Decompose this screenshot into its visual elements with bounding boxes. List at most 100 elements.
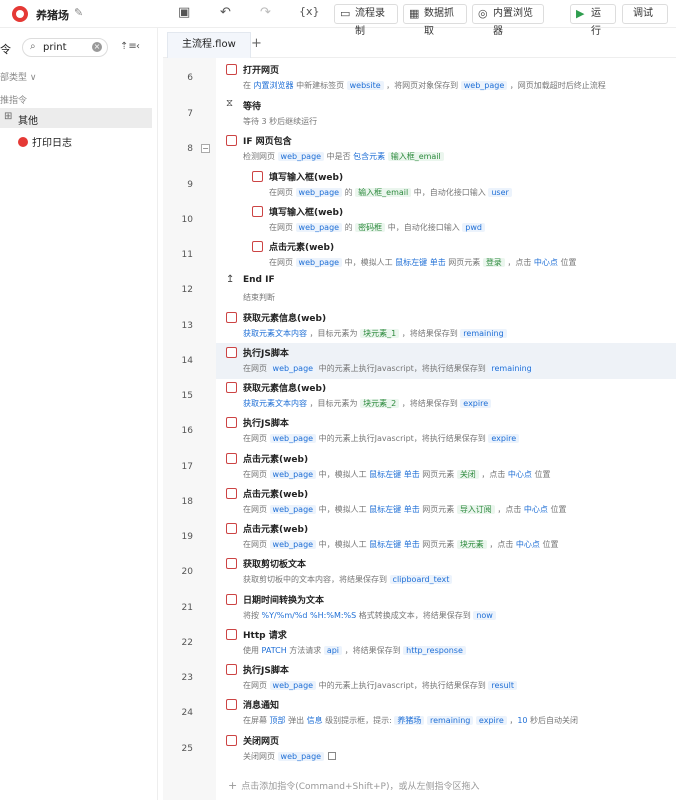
step-description: 结束判断 — [243, 292, 275, 304]
tab-main-flow[interactable]: 主流程.flow — [167, 32, 251, 58]
line-number: 19 — [181, 532, 193, 542]
step-title: 点击元素(web) — [243, 455, 309, 465]
step-description: 在屏幕 顶部 弹出 信息 级别提示框，提示: 养猪场 remaining exp… — [243, 715, 578, 727]
variable-chip: pwd — [462, 223, 485, 232]
step-title: 填写输入框(web) — [269, 208, 344, 218]
step-description: 将按 %Y/%m/%d %H:%M:%S 格式转换成文本，将结果保存到 now — [243, 610, 496, 622]
desc-text: 中心点 — [515, 540, 540, 549]
collapse-toggle-icon[interactable]: − — [201, 144, 210, 153]
record-flow-button[interactable]: ▭ 流程录制 — [334, 4, 398, 37]
step-icon — [226, 594, 237, 605]
add-command-hint-text: 点击添加指令(Command+Shift+P)，或从左侧指令区拖入 — [241, 782, 480, 792]
element-chip: 登录 — [482, 258, 505, 267]
desc-text: 在网页 — [269, 223, 296, 232]
desc-text: 位置 — [539, 540, 559, 549]
clear-search-icon[interactable]: × — [92, 42, 102, 52]
search-value: print — [43, 42, 67, 53]
save-icon[interactable]: ▣ — [178, 5, 190, 20]
sort-icon[interactable]: ⇡≡ — [120, 41, 137, 52]
add-tab-icon[interactable]: + — [251, 36, 262, 51]
step-description: 检测网页 web_page 中是否 包含元素 输入框_email — [243, 151, 444, 163]
desc-text: ，网页加载超时后终止流程 — [507, 81, 606, 90]
desc-text: 中，模拟人工 — [316, 470, 370, 479]
flow-step-row[interactable]: 13 获取元素信息(web) 获取元素文本内容 ，目标元素为 块元素_1 ，将结果保… — [182, 308, 676, 344]
flow-step-row[interactable]: 14 执行JS脚本 在网页 web_page 中的元素上执行Javascript，将… — [182, 343, 676, 379]
step-icon — [226, 664, 237, 675]
desc-text: ，目标元素为 — [307, 329, 361, 338]
line-number: 24 — [181, 708, 193, 718]
variables-icon[interactable]: {x} — [299, 5, 320, 18]
add-command-hint[interactable]: + 点击添加指令(Command+Shift+P)，或从左侧指令区拖入 — [228, 779, 479, 792]
category-filter[interactable]: 部类型 ∨ — [0, 70, 36, 83]
flow-step-row[interactable]: 19 点击元素(web) 在网页 web_page 中，模拟人工 鼠标左键 单击 网… — [182, 519, 676, 555]
collapse-sidebar-icon[interactable]: ‹ — [136, 41, 140, 52]
flow-step-row[interactable]: 17 点击元素(web) 在网页 web_page 中，模拟人工 鼠标左键 单击 网… — [182, 449, 676, 485]
variable-chip: web_page — [295, 258, 343, 267]
desc-text: 中是否 — [324, 152, 354, 161]
desc-text: 鼠标左键 单击 — [369, 540, 420, 549]
command-search-input[interactable]: ⌕ print × — [22, 38, 108, 57]
desc-text: 中，模拟人工 — [316, 540, 370, 549]
variable-chip: web_page — [269, 540, 317, 549]
group-other[interactable]: ⊞ 其他 — [0, 108, 152, 128]
flow-step-row[interactable]: 8− IF 网页包含 检测网页 web_page 中是否 包含元素 输入框_emai… — [187, 131, 676, 167]
desc-text: 使用 — [243, 646, 262, 655]
debug-button[interactable]: 调试 — [622, 4, 668, 24]
line-number: 18 — [181, 497, 193, 507]
flow-step-row[interactable]: 18 点击元素(web) 在网页 web_page 中，模拟人工 鼠标左键 单击 网… — [182, 484, 676, 520]
flow-step-row[interactable]: 22 Http 请求 使用 PATCH 方法请求 api ，将结果保存到 http_… — [182, 625, 676, 661]
desc-text: 的 — [342, 188, 356, 197]
desc-text: 中心点 — [523, 505, 548, 514]
flow-editor: + 点击添加指令(Command+Shift+P)，或从左侧指令区拖入 6 打开网页… — [182, 58, 676, 800]
desc-text: ， — [506, 716, 518, 725]
desc-text: %Y/%m/%d %H:%M:%S — [261, 611, 357, 620]
desc-text: 将按 — [243, 611, 262, 620]
element-chip: 块元素_1 — [360, 329, 400, 338]
step-title: IF 网页包含 — [243, 137, 292, 147]
flow-step-row[interactable]: 15 获取元素信息(web) 获取元素文本内容 ，目标元素为 块元素_2 ，将结果保… — [182, 378, 676, 414]
step-title: 日期时间转换为文本 — [243, 596, 325, 606]
variable-chip: web_page — [295, 223, 343, 232]
flow-step-row[interactable]: 9 填写输入框(web) 在网页 web_page 的 输入框_email 中，自动… — [187, 167, 676, 203]
variable-chip: api — [323, 646, 343, 655]
desc-text: 中的元素上执行Javascript，将执行结果保存到 — [316, 364, 489, 373]
desc-text: 网页元素 — [419, 505, 457, 514]
desc-text: 在网页 — [243, 540, 270, 549]
flow-step-row[interactable]: 6 打开网页在 内置浏览器 中新建标签页 website ，将网页对象保存到 we… — [187, 60, 676, 96]
flow-step-row[interactable]: 21 日期时间转换为文本 将按 %Y/%m/%d %H:%M:%S 格式转换成文本，… — [182, 590, 676, 626]
step-description: 获取元素文本内容 ，目标元素为 块元素_1 ，将结果保存到 remaining — [243, 328, 507, 340]
flow-step-row[interactable]: 12 ↥ End IF 结束判断 — [182, 272, 676, 308]
desc-text: 内置浏览器 — [253, 81, 294, 90]
command-print-log[interactable]: 打印日志 — [18, 134, 72, 149]
flow-step-row[interactable]: 7 ⧖ 等待 等待 3 秒后继续运行 — [187, 96, 676, 132]
desc-text: ，点击 — [504, 258, 534, 267]
undo-icon[interactable]: ↶ — [220, 5, 231, 20]
run-button[interactable]: ▶ 运行 — [570, 4, 616, 37]
desc-text: 中心点 — [507, 470, 532, 479]
data-extract-button[interactable]: ▦ 数据抓取 — [403, 4, 467, 37]
line-number: 14 — [181, 356, 193, 366]
variable-chip: expire — [460, 399, 492, 408]
top-toolbar: 养猪场 ✎ ▣ ↶ ↷ {x} ▭ 流程录制 ▦ 数据抓取 ◎ 内置浏览器 ▶ 运行 调… — [0, 0, 676, 37]
desc-text: PATCH — [261, 646, 287, 655]
flow-step-row[interactable]: 23 执行JS脚本 在网页 web_page 中的元素上执行Javascript，将… — [182, 660, 676, 696]
flow-step-row[interactable]: 11 点击元素(web) 在网页 web_page 中，模拟人工 鼠标左键 单击 网… — [182, 237, 676, 273]
desc-text: 10 — [517, 716, 528, 725]
step-description: 在网页 web_page 中，模拟人工 鼠标左键 单击 网页元素 关闭 ，点击 … — [243, 469, 550, 481]
desc-text: 中，模拟人工 — [342, 258, 396, 267]
redo-icon[interactable]: ↷ — [260, 5, 271, 20]
flow-step-row[interactable]: 24 消息通知 在屏幕 顶部 弹出 信息 级别提示框，提示: 养猪场 remaini… — [182, 695, 676, 731]
copy-icon[interactable] — [328, 752, 337, 760]
browser-icon: ◎ — [478, 7, 488, 20]
edit-icon[interactable]: ✎ — [74, 6, 83, 19]
desc-text: 结束判断 — [243, 293, 275, 302]
variable-chip: expire — [475, 716, 507, 725]
flow-step-row[interactable]: 25 关闭网页 关闭网页 web_page — [182, 731, 676, 767]
camera-icon: ▭ — [340, 7, 351, 20]
desc-text: 在网页 — [243, 681, 270, 690]
desc-text: ，点击 — [486, 540, 516, 549]
flow-step-row[interactable]: 16 执行JS脚本 在网页 web_page 中的元素上执行Javascript，将… — [182, 413, 676, 449]
builtin-browser-button[interactable]: ◎ 内置浏览器 — [472, 4, 544, 37]
flow-step-row[interactable]: 20 获取剪切板文本 获取剪切板中的文本内容，将结果保存到 clipboard_te… — [182, 554, 676, 590]
flow-step-row[interactable]: 10 填写输入框(web) 在网页 web_page 的 密码框 中，自动化接口输入… — [182, 202, 676, 238]
